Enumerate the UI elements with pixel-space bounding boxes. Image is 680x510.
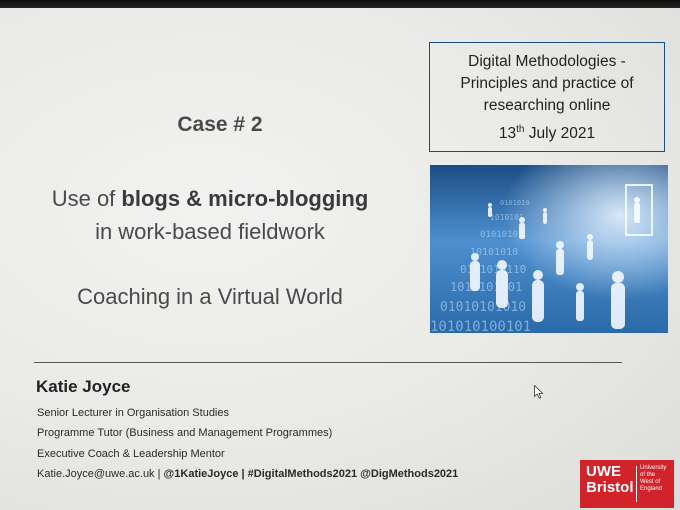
logo-small-1: University [640, 465, 667, 471]
virtual-world-image: 0101010 1010101 01010101 10101010 010101… [430, 165, 668, 333]
date-month-year: July 2021 [524, 125, 596, 142]
presenter-contact: Katie.Joyce@uwe.ac.uk | @1KatieJoyce | #… [37, 468, 458, 480]
subtitle-line2: in work-based fieldwork [95, 219, 325, 244]
presenter-hashtags: | #DigitalMethods2021 @DigMethods2021 [238, 468, 459, 480]
binary-row: 01010101010 [440, 300, 526, 315]
event-info-box: Digital Methodologies - Principles and p… [429, 42, 665, 152]
logo-university-text: University of the West of England [640, 465, 666, 493]
presentation-slide: Digital Methodologies - Principles and p… [0, 8, 680, 510]
logo-small-4: England [640, 486, 663, 492]
presenter-role-3: Executive Coach & Leadership Mentor [37, 448, 225, 460]
event-date: 13th July 2021 [430, 123, 664, 145]
event-title-line3: researching online [483, 97, 611, 114]
logo-wordmark: UWE Bristol [586, 464, 634, 496]
binary-row: 1010101001 [450, 280, 522, 294]
binary-row: 0101010 [500, 199, 530, 207]
subtitle-line1: Use of blogs & micro-blogging [20, 182, 400, 215]
logo-small-2: of the [640, 472, 656, 478]
logo-line-bristol: Bristol [586, 479, 634, 496]
logo-separator [636, 466, 637, 502]
virtual-world-illustration: 0101010 1010101 01010101 10101010 010101… [430, 165, 668, 333]
binary-row: 1010101 [490, 213, 524, 222]
binary-row: 101010100101 [430, 319, 531, 333]
presenter-role-1: Senior Lecturer in Organisation Studies [37, 407, 229, 419]
presenter-name: Katie Joyce [36, 377, 131, 396]
subtitle-bold: blogs & micro-blogging [121, 186, 369, 211]
uwe-bristol-logo: UWE Bristol University of the West of En… [580, 460, 674, 508]
slide-subtitle: Use of blogs & micro-blogging in work-ba… [20, 182, 400, 248]
logo-line-uwe: UWE [586, 463, 621, 480]
presenter-handle: @1KatieJoyce [163, 468, 239, 480]
subtitle-prefix: Use of [51, 186, 122, 211]
presenter-role-2: Programme Tutor (Business and Management… [37, 427, 333, 439]
slide-subtitle-2: Coaching in a Virtual World [77, 284, 343, 309]
mouse-pointer-icon [534, 385, 544, 399]
binary-row: 01010101 [480, 230, 523, 240]
event-title-line2: Principles and practice of [460, 75, 634, 92]
logo-small-3: West of [640, 479, 661, 485]
presenter-email: Katie.Joyce@uwe.ac.uk [37, 468, 155, 480]
contact-separator: | [154, 468, 164, 480]
date-day: 13 [498, 125, 517, 142]
slide-divider [34, 362, 622, 363]
binary-row: 0101010110 [460, 263, 526, 276]
case-title: Case # 2 [177, 113, 263, 136]
event-title-line1: Digital Methodologies - [468, 53, 626, 70]
